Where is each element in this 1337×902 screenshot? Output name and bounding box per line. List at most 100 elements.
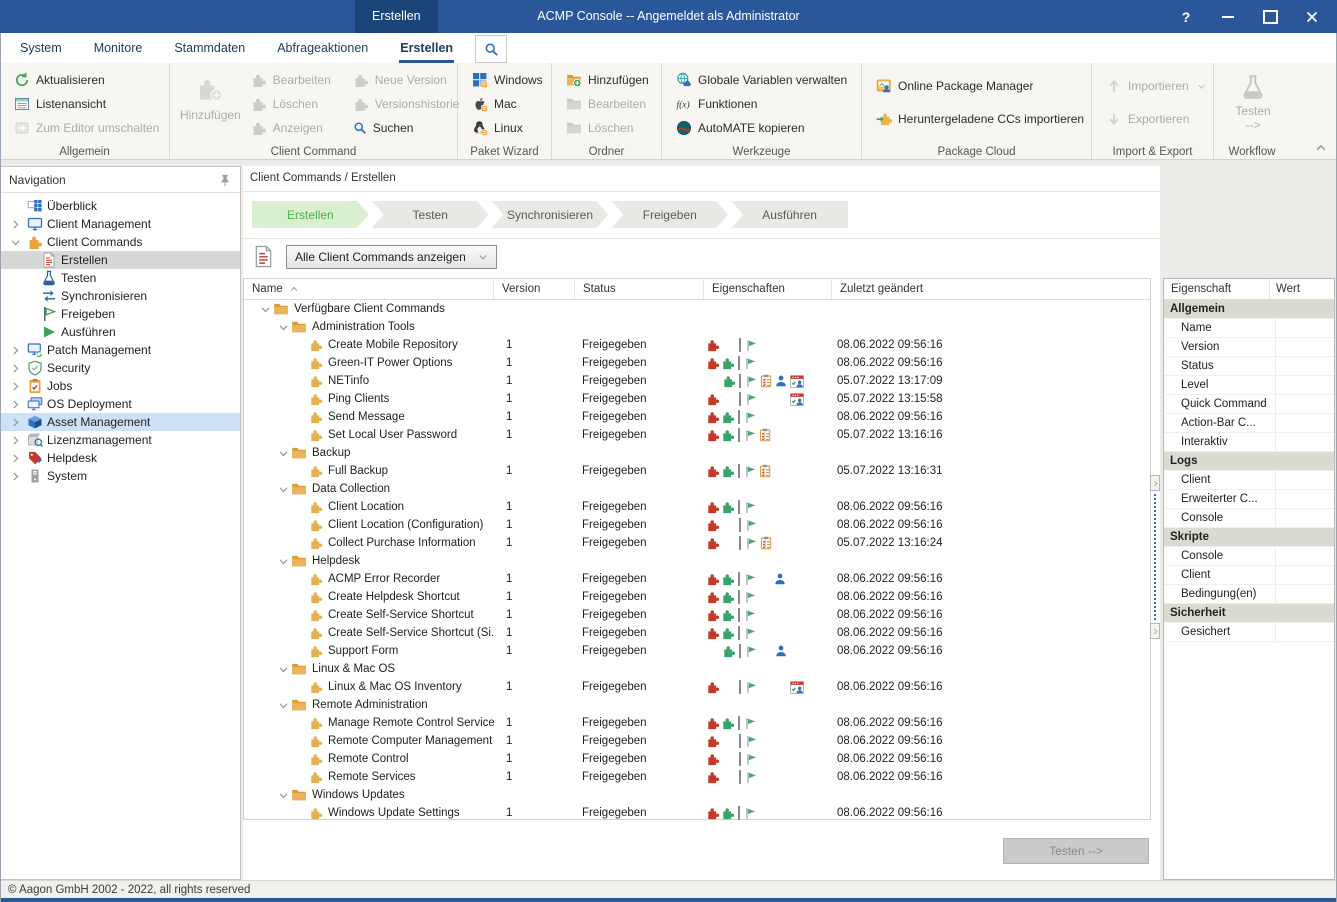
property-section-skripte[interactable]: Skripte xyxy=(1164,528,1334,547)
ordner-loeschen-button[interactable]: Löschen xyxy=(562,116,657,140)
column-header-version[interactable]: Version xyxy=(494,279,575,299)
bearbeiten-button[interactable]: Bearbeiten xyxy=(247,68,349,92)
nav-item-synchronisieren[interactable]: Synchronisieren xyxy=(1,287,240,305)
loeschen-button[interactable]: Löschen xyxy=(247,92,349,116)
online-package-manager-button[interactable]: Online Package Manager xyxy=(872,74,1087,98)
menu-item-stammdaten[interactable]: Stammdaten xyxy=(158,33,261,63)
nav-item-client-management[interactable]: Client Management xyxy=(1,215,240,233)
client-commands-filter-select[interactable]: Alle Client Commands anzeigen xyxy=(286,245,497,269)
table-row-collect-purchase-information[interactable]: Collect Purchase Information1Freigegeben… xyxy=(244,534,1150,552)
panel-splitter[interactable] xyxy=(1150,475,1160,639)
table-row-backup[interactable]: Backup xyxy=(244,444,1150,462)
collapse-icon[interactable] xyxy=(275,697,291,713)
table-row-acmp-error-recorder[interactable]: ACMP Error Recorder1Freigegeben08.06.202… xyxy=(244,570,1150,588)
table-row-ping-clients[interactable]: Ping Clients1Freigegeben05.07.2022 13:15… xyxy=(244,390,1150,408)
ribbon-collapse-button[interactable] xyxy=(1315,140,1327,154)
expand-icon[interactable] xyxy=(7,468,23,484)
close-button[interactable] xyxy=(1291,0,1333,33)
nav-item-asset-management[interactable]: Asset Management xyxy=(1,413,240,431)
minimize-button[interactable] xyxy=(1207,0,1249,33)
column-header-status[interactable]: Status xyxy=(575,279,704,299)
splitter-track[interactable] xyxy=(1154,494,1156,620)
table-row-create-self-service-shortcut-si[interactable]: Create Self-Service Shortcut (Si...1Frei… xyxy=(244,624,1150,642)
versionshistorie-button[interactable]: Versionshistorie xyxy=(349,92,464,116)
table-row-create-mobile-repository[interactable]: Create Mobile Repository1Freigegeben08.0… xyxy=(244,336,1150,354)
funktionen-button[interactable]: Funktionen xyxy=(672,92,857,116)
ordner-hinzufuegen-button[interactable]: Hinzufügen xyxy=(562,68,657,92)
nav-item-os-deployment[interactable]: OS Deployment xyxy=(1,395,240,413)
table-row-linux-mac-os-inventory[interactable]: Linux & Mac OS Inventory1Freigegeben08.0… xyxy=(244,678,1150,696)
nav-item-überblick[interactable]: Überblick xyxy=(1,197,240,215)
automate-kopieren-button[interactable]: AutoMATE kopieren xyxy=(672,116,857,140)
menu-item-monitore[interactable]: Monitore xyxy=(78,33,159,63)
table-row-send-message[interactable]: Send Message1Freigegeben08.06.2022 09:56… xyxy=(244,408,1150,426)
nav-item-ausführen[interactable]: Ausführen xyxy=(1,323,240,341)
property-row-level[interactable]: Level xyxy=(1164,376,1334,395)
property-row-interaktiv[interactable]: Interaktiv xyxy=(1164,433,1334,452)
nav-item-jobs[interactable]: Jobs xyxy=(1,377,240,395)
expand-icon[interactable] xyxy=(7,414,23,430)
table-row-create-helpdesk-shortcut[interactable]: Create Helpdesk Shortcut1Freigegeben08.0… xyxy=(244,588,1150,606)
workflow-step-erstellen[interactable]: Erstellen xyxy=(252,201,369,228)
help-button[interactable]: ? xyxy=(1165,0,1207,33)
listenansicht-button[interactable]: Listenansicht xyxy=(10,92,165,116)
paket-linux-button[interactable]: Linux xyxy=(468,116,547,140)
table-row-netinfo[interactable]: NETinfo1Freigegeben05.07.2022 13:17:09 xyxy=(244,372,1150,390)
nav-item-system[interactable]: System xyxy=(1,467,240,485)
properties-column-wert[interactable]: Wert xyxy=(1270,279,1334,299)
testen-button[interactable]: Testen --> xyxy=(1003,838,1149,864)
cc-importieren-button[interactable]: Heruntergeladene CCs importieren xyxy=(872,107,1087,131)
property-row-console[interactable]: Console xyxy=(1164,509,1334,528)
table-row-linux-mac-os[interactable]: Linux & Mac OS xyxy=(244,660,1150,678)
collapse-icon[interactable] xyxy=(257,301,273,317)
menu-item-system[interactable]: System xyxy=(4,33,78,63)
table-row-data-collection[interactable]: Data Collection xyxy=(244,480,1150,498)
property-row-version[interactable]: Version xyxy=(1164,338,1334,357)
table-row-remote-administration[interactable]: Remote Administration xyxy=(244,696,1150,714)
property-row-client[interactable]: Client xyxy=(1164,471,1334,490)
splitter-collapse-bottom[interactable] xyxy=(1150,623,1160,639)
collapse-icon[interactable] xyxy=(275,445,291,461)
workflow-step-ausführen[interactable]: Ausführen xyxy=(731,201,848,228)
menu-item-abfrageaktionen[interactable]: Abfrageaktionen xyxy=(261,33,384,63)
expand-icon[interactable] xyxy=(7,342,23,358)
table-row-windows-update-settings[interactable]: Windows Update Settings1Freigegeben08.06… xyxy=(244,804,1150,822)
property-row-quick-command[interactable]: Quick Command xyxy=(1164,395,1334,414)
column-header-zuletzt-geändert[interactable]: Zuletzt geändert xyxy=(832,279,1150,299)
table-row-manage-remote-control-service[interactable]: Manage Remote Control Service1Freigegebe… xyxy=(244,714,1150,732)
collapse-icon[interactable] xyxy=(7,234,23,250)
pin-icon[interactable] xyxy=(218,173,232,187)
maximize-button[interactable] xyxy=(1249,0,1291,33)
property-row-gesichert[interactable]: Gesichert xyxy=(1164,623,1334,642)
table-row-verfügbare-client-commands[interactable]: Verfügbare Client Commands xyxy=(244,300,1150,318)
suchen-button[interactable]: Suchen xyxy=(349,116,464,140)
table-row-remote-control[interactable]: Remote Control1Freigegeben08.06.2022 09:… xyxy=(244,750,1150,768)
nav-item-security[interactable]: Security xyxy=(1,359,240,377)
ordner-bearbeiten-button[interactable]: Bearbeiten xyxy=(562,92,657,116)
splitter-collapse-top[interactable] xyxy=(1150,475,1160,491)
property-section-sicherheit[interactable]: Sicherheit xyxy=(1164,604,1334,623)
client-command-hinzufuegen-button[interactable]: Hinzufügen xyxy=(180,68,241,140)
table-row-administration-tools[interactable]: Administration Tools xyxy=(244,318,1150,336)
workflow-testen-button[interactable]: Testen --> xyxy=(1224,68,1282,132)
table-row-remote-services[interactable]: Remote Services1Freigegeben08.06.2022 09… xyxy=(244,768,1150,786)
property-section-allgemein[interactable]: Allgemein xyxy=(1164,300,1334,319)
nav-item-patch-management[interactable]: Patch Management xyxy=(1,341,240,359)
property-row-status[interactable]: Status xyxy=(1164,357,1334,376)
nav-item-freigeben[interactable]: Freigeben xyxy=(1,305,240,323)
menu-search-button[interactable] xyxy=(475,35,507,63)
workflow-step-testen[interactable]: Testen xyxy=(372,201,489,228)
expand-icon[interactable] xyxy=(7,450,23,466)
property-row-bedingung-en[interactable]: Bedingung(en) xyxy=(1164,585,1334,604)
globale-variablen-button[interactable]: Globale Variablen verwalten xyxy=(672,68,857,92)
expand-icon[interactable] xyxy=(7,216,23,232)
workflow-step-freigeben[interactable]: Freigeben xyxy=(611,201,728,228)
expand-icon[interactable] xyxy=(7,360,23,376)
table-row-windows-updates[interactable]: Windows Updates xyxy=(244,786,1150,804)
expand-icon[interactable] xyxy=(7,432,23,448)
zum-editor-umschalten-button[interactable]: Zum Editor umschalten xyxy=(10,116,165,140)
collapse-icon[interactable] xyxy=(275,481,291,497)
property-row-console[interactable]: Console xyxy=(1164,547,1334,566)
table-row-helpdesk[interactable]: Helpdesk xyxy=(244,552,1150,570)
collapse-icon[interactable] xyxy=(275,787,291,803)
